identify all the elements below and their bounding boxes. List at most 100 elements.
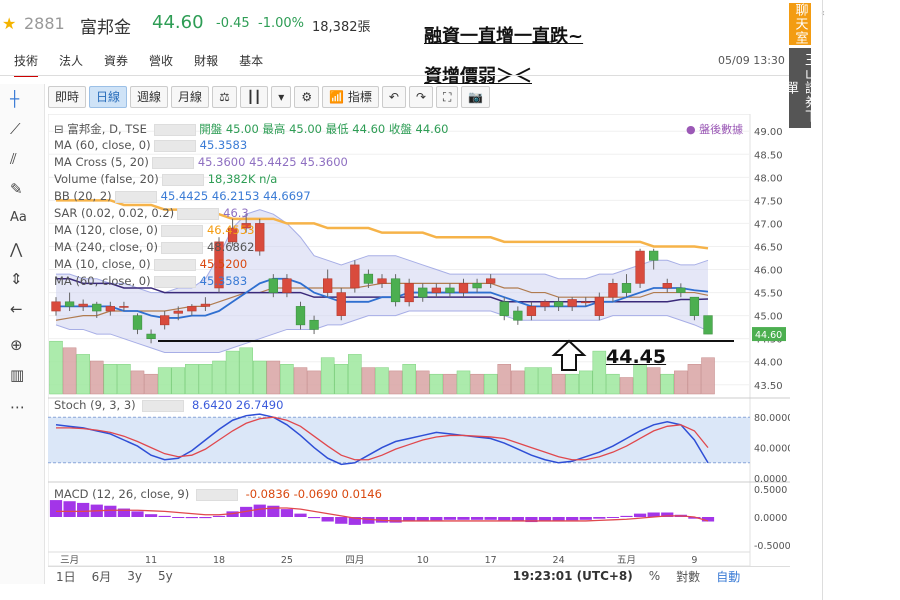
legend-row-controls[interactable] — [153, 275, 196, 288]
volume-bar — [592, 350, 607, 395]
volume-bar — [470, 373, 484, 395]
macd-controls[interactable] — [195, 488, 238, 501]
x-tick-label: 25 — [281, 555, 293, 566]
price-tick-label: 43.50 — [754, 381, 783, 392]
chevron-down-icon[interactable]: ▾ — [271, 86, 292, 108]
range-3y-button[interactable]: 3y — [127, 569, 142, 583]
legend-row-controls[interactable] — [114, 190, 157, 203]
compare-scale-icon[interactable]: ⚖ — [212, 86, 237, 108]
tab-institutional[interactable]: 法人 — [59, 52, 83, 77]
range-6m-button[interactable]: 6月 — [92, 568, 112, 585]
redo-icon[interactable]: ↷ — [408, 86, 433, 108]
pattern-icon[interactable]: ⋀ — [10, 240, 22, 258]
after-hours-text: 盤後數據 — [699, 123, 744, 136]
ruler-icon[interactable]: ▥ — [10, 366, 24, 384]
legend-row-controls[interactable] — [177, 207, 220, 220]
macd-hist-bar — [579, 517, 592, 520]
legend-row-controls[interactable] — [153, 139, 196, 152]
indicators-button[interactable]: 📶 指標 — [322, 86, 379, 108]
last-price: 44.60 — [152, 12, 204, 33]
volume-bar — [185, 364, 199, 395]
range-1d-button[interactable]: 1日 — [56, 568, 76, 585]
volume-bar — [307, 370, 321, 395]
volume-bar — [117, 364, 131, 395]
candle-body — [649, 250, 659, 261]
favorite-star-icon[interactable]: ★ — [2, 14, 16, 33]
zoom-icon[interactable]: ⊕ — [10, 336, 23, 354]
text-icon[interactable]: Aa — [10, 210, 27, 225]
broker-order-tab[interactable]: 玉山證券下單 — [783, 48, 817, 128]
candle-body — [132, 315, 143, 330]
fib-icon[interactable]: ⫽ — [10, 150, 17, 168]
interval-weekly-button[interactable]: 週線 — [130, 86, 169, 108]
legend-row-values: 18,382K n/a — [207, 172, 278, 186]
volume-bar — [687, 364, 702, 395]
arrow-left-icon[interactable]: ← — [10, 300, 23, 318]
legend-row-label: MA (120, close, 0) — [54, 223, 158, 237]
legend-row-controls[interactable] — [151, 156, 194, 169]
chatroom-tab[interactable]: 聊天室 — [789, 3, 811, 45]
candle-body — [526, 306, 537, 316]
interval-daily-button[interactable]: 日線 — [89, 86, 128, 108]
legend-row-values: 48.6862 — [206, 240, 255, 254]
percent-scale-button[interactable]: % — [649, 569, 660, 583]
x-tick-label: 18 — [213, 555, 225, 566]
candle-body — [540, 301, 550, 307]
chart-toolbar: 即時 日線 週線 月線 ⚖ ┃┃ ▾ ⚙ 📶 指標 ↶ ↷ ⛶ 📷 — [48, 84, 493, 110]
legend-row-label: MA (10, close, 0) — [54, 257, 151, 271]
tab-financials[interactable]: 財報 — [194, 52, 218, 77]
macd-hist-bar — [280, 509, 294, 517]
legend-row-controls[interactable] — [153, 258, 196, 271]
volume-bar — [701, 357, 715, 395]
tab-revenue[interactable]: 營收 — [149, 52, 173, 77]
candle-body — [363, 273, 374, 284]
annotation-line1: 融資一直增一直跌~ — [424, 26, 584, 47]
volume-bar — [538, 367, 552, 395]
macd-hist-bar — [389, 517, 402, 523]
candle-body — [146, 333, 156, 339]
after-hours-label[interactable]: ● 盤後數據 — [686, 121, 743, 137]
drawing-toolbar: ┼ ⟋ ⫽ ✎ Aa ⋀ ⇕ ← ⊕ ▥ ⋯ — [0, 84, 45, 584]
legend-row-controls[interactable] — [160, 241, 203, 254]
settings-gear-icon[interactable]: ⚙ — [294, 86, 320, 108]
macd-hist-bar — [457, 517, 470, 520]
log-scale-button[interactable]: 對數 — [676, 568, 700, 585]
macd-hist-bar — [104, 505, 117, 517]
macd-hist-bar — [185, 517, 198, 519]
fullscreen-icon[interactable]: ⛶ — [436, 86, 459, 108]
legend-row-controls[interactable] — [160, 224, 203, 237]
trendline-icon[interactable]: ⟋ — [10, 120, 21, 138]
interval-realtime-button[interactable]: 即時 — [48, 86, 87, 108]
macd-hist-bar — [253, 504, 266, 517]
stock-code: 2881 — [24, 14, 65, 33]
measure-icon[interactable]: ⇕ — [10, 270, 23, 288]
stoch-controls[interactable] — [142, 399, 185, 412]
auto-scale-button[interactable]: 自動 — [716, 568, 740, 585]
volume-bar — [674, 370, 688, 395]
legend-row-label: MA (60, close, 0) — [54, 274, 151, 288]
right-divider — [822, 0, 823, 600]
chart-type-candle-icon[interactable]: ┃┃ — [239, 86, 269, 108]
crosshair-icon[interactable]: ┼ — [10, 90, 19, 108]
snapshot-camera-icon[interactable]: 📷 — [461, 86, 491, 108]
undo-icon[interactable]: ↶ — [381, 86, 406, 108]
tab-margin[interactable]: 資券 — [104, 52, 128, 77]
collapse-icon[interactable]: ⊟ — [54, 122, 64, 136]
volume-bar — [171, 367, 186, 395]
interval-monthly-button[interactable]: 月線 — [171, 86, 210, 108]
legend-controls[interactable] — [153, 123, 196, 136]
tab-basic[interactable]: 基本 — [239, 52, 263, 77]
candle-body — [513, 310, 523, 321]
macd-tick-label: -0.5000 — [754, 541, 790, 552]
range-5y-button[interactable]: 5y — [158, 569, 173, 583]
tab-technical[interactable]: 技術 — [14, 52, 39, 77]
legend-row-controls[interactable] — [161, 173, 204, 186]
more-icon[interactable]: ⋯ — [10, 398, 25, 416]
legend-row-label: MA (240, close, 0) — [54, 240, 158, 254]
brush-icon[interactable]: ✎ — [10, 180, 23, 198]
volume-bar — [402, 364, 416, 395]
volume-bar — [524, 367, 539, 395]
x-tick-label: 11 — [145, 555, 157, 566]
volume-bar — [388, 370, 403, 395]
macd-hist-bar — [307, 517, 321, 519]
